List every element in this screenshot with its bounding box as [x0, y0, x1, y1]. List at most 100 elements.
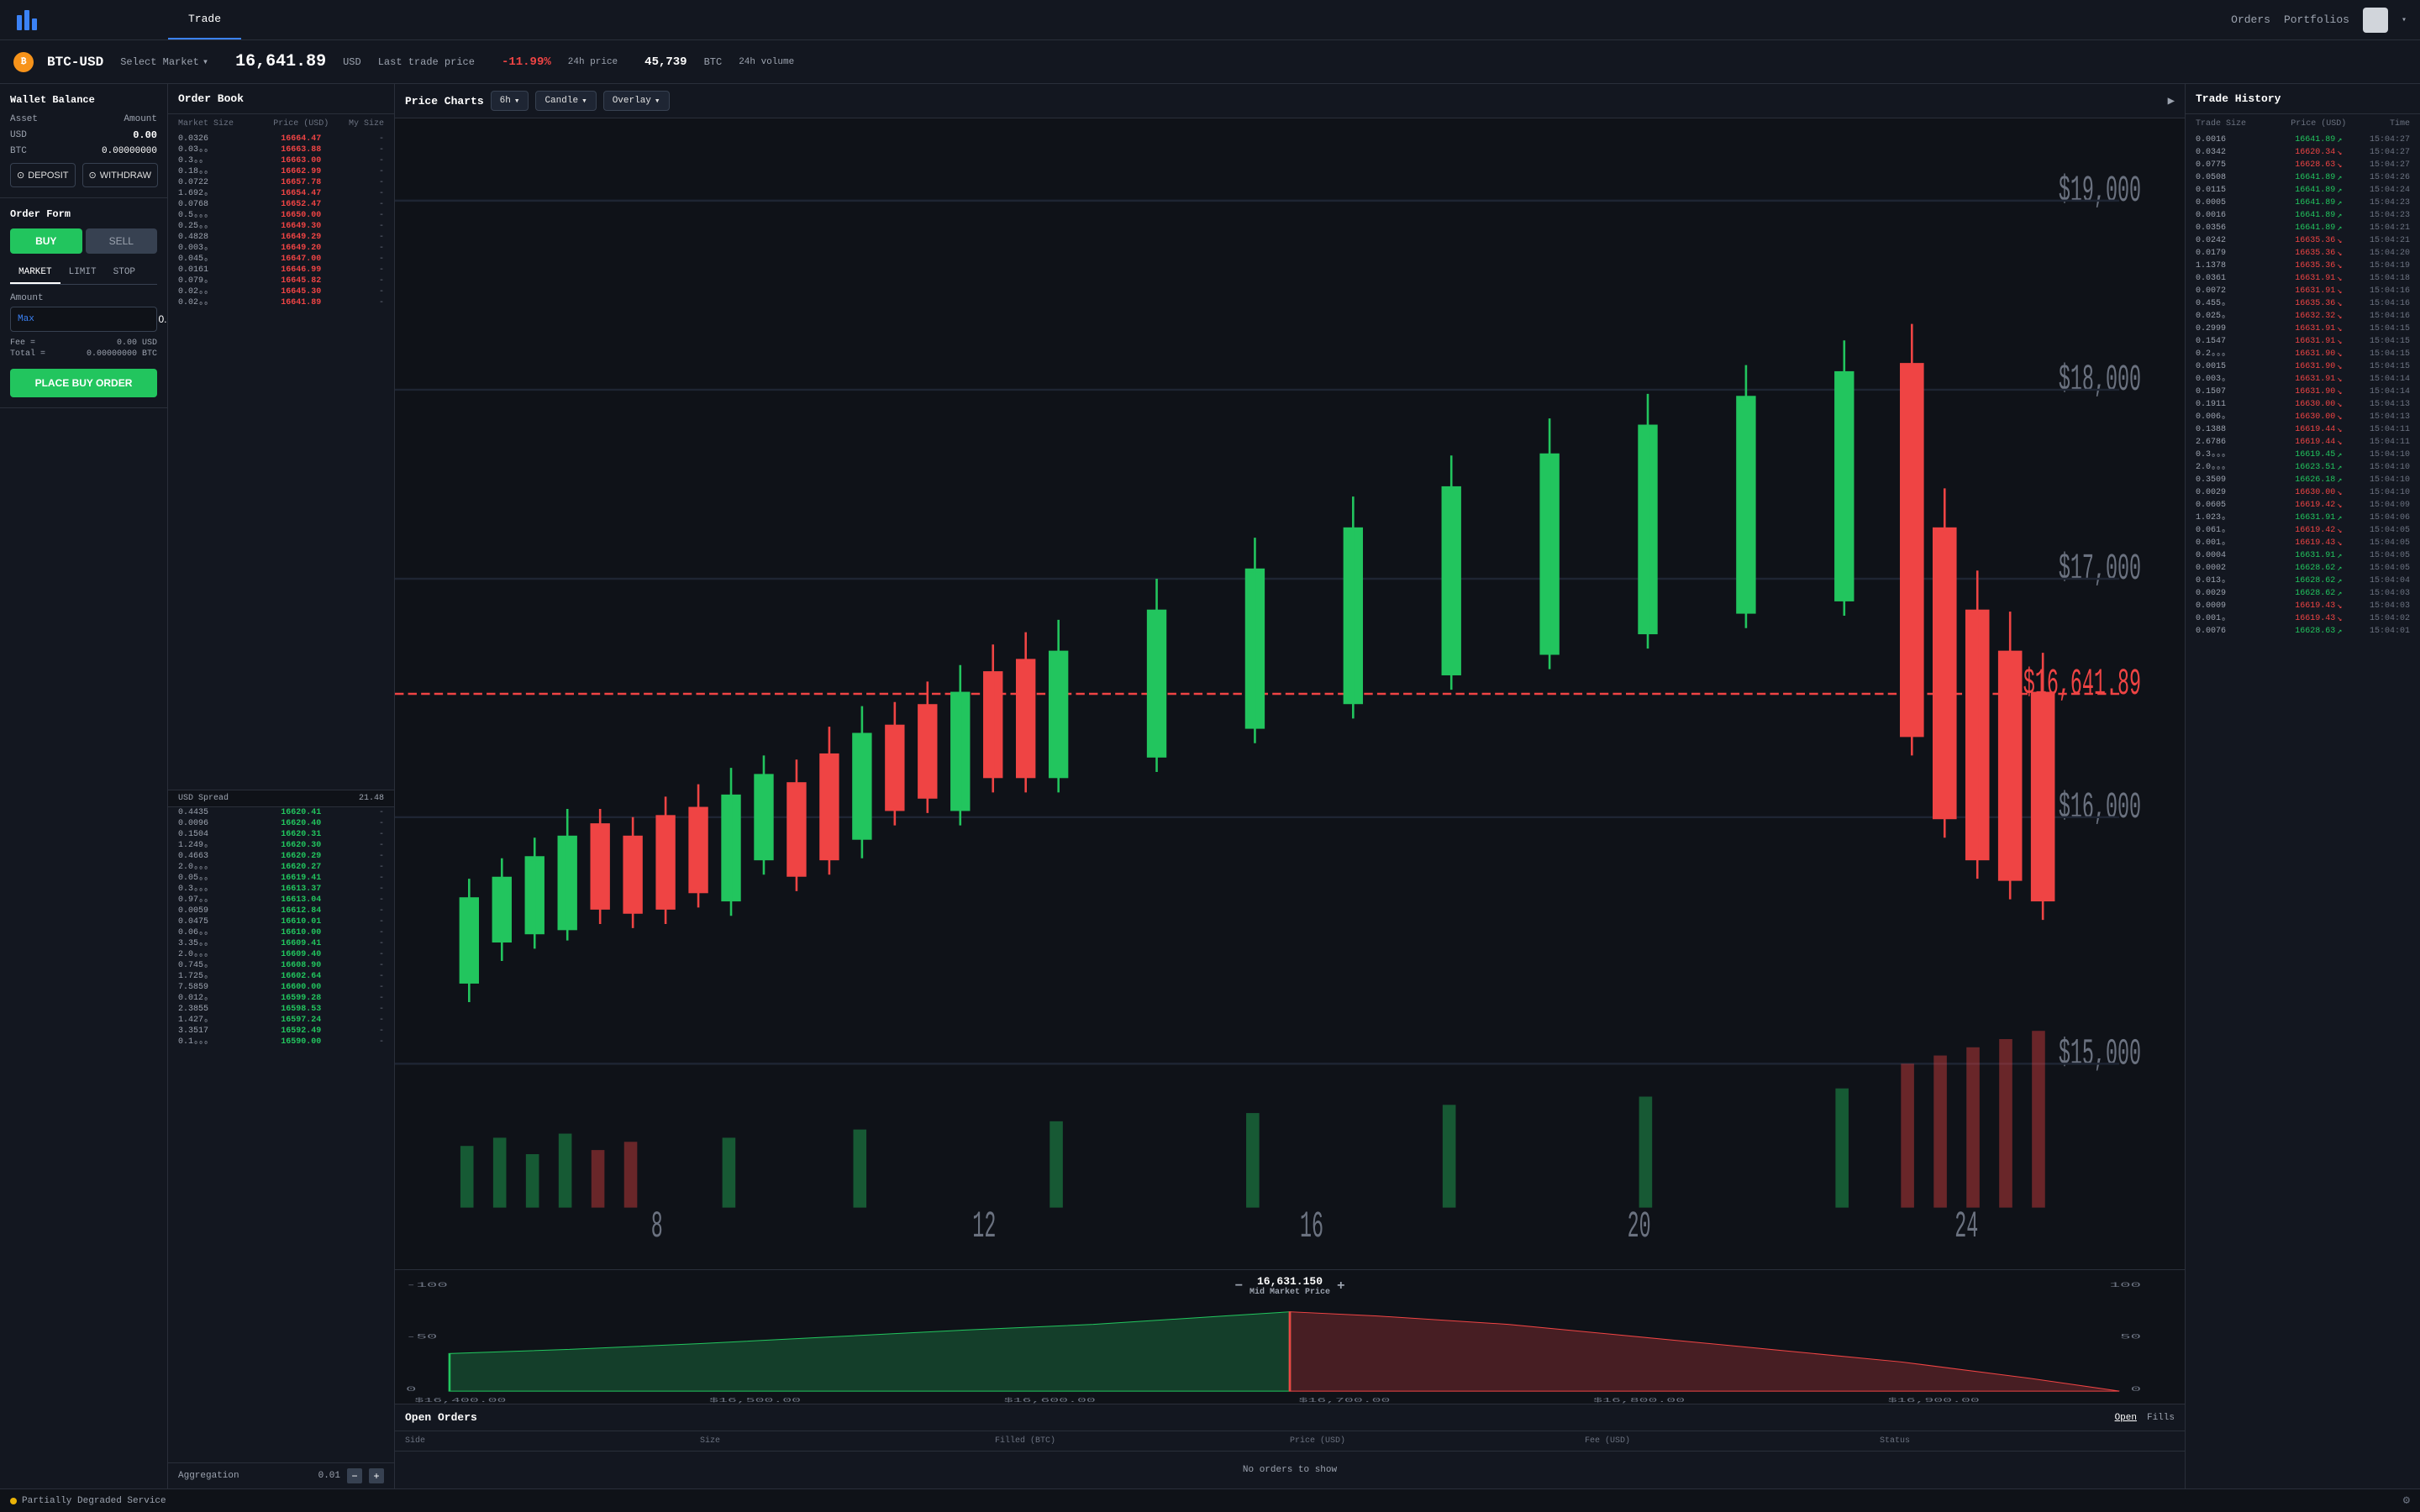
orderbook-ask-row[interactable]: 0.02₀₀ 16641.89 - [168, 297, 394, 308]
trade-direction-icon: ↗ [2337, 513, 2342, 523]
orderbook-bid-row[interactable]: 2.0₀₀₀ 16620.27 - [168, 862, 394, 873]
orderbook-bid-row[interactable]: 0.97₀₀ 16613.04 - [168, 895, 394, 906]
orderbook-bid-row[interactable]: 1.725₀ 16602.64 - [168, 971, 394, 982]
market-price-label: Last trade price [378, 56, 475, 68]
trade-price: 16620.34↘ [2278, 148, 2360, 158]
orderbook-bid-row[interactable]: 0.1504 16620.31 - [168, 829, 394, 840]
ask-size: 0.02₀₀ [178, 298, 260, 307]
depth-plus-icon[interactable]: + [1337, 1278, 1345, 1294]
orderbook-ask-row[interactable]: 0.25₀₀ 16649.30 - [168, 221, 394, 232]
trade-time: 15:04:13 [2360, 412, 2410, 422]
bid-my-size: - [342, 1016, 384, 1025]
orderbook-ask-row[interactable]: 0.4828 16649.29 - [168, 232, 394, 243]
orderbook-bid-row[interactable]: 0.3₀₀₀ 16613.37 - [168, 884, 394, 895]
orderbook-bid-row[interactable]: 2.3855 16598.53 - [168, 1004, 394, 1015]
orderbook-ask-row[interactable]: 0.0161 16646.99 - [168, 265, 394, 276]
trade-time: 15:04:27 [2360, 160, 2410, 170]
orderbook-ask-row[interactable]: 0.0722 16657.78 - [168, 177, 394, 188]
candle-selector[interactable]: Candle ▾ [535, 91, 596, 111]
orderbook-bid-row[interactable]: 3.3517 16592.49 - [168, 1026, 394, 1037]
place-order-button[interactable]: PLACE BUY ORDER [10, 369, 157, 397]
orderbook-bid-row[interactable]: 0.1₀₀₀ 16590.00 - [168, 1037, 394, 1047]
orderbook-ask-row[interactable]: 0.003₀ 16649.20 - [168, 243, 394, 254]
market-tab[interactable]: MARKET [10, 262, 60, 284]
wallet-btc-amount: 0.00000000 [102, 146, 157, 156]
trade-history-row: 0.1507 16631.90↘ 15:04:14 [2186, 386, 2420, 398]
trade-time: 15:04:14 [2360, 375, 2410, 384]
trade-time: 15:04:05 [2360, 564, 2410, 573]
orderbook-ask-row[interactable]: 0.0326 16664.47 - [168, 134, 394, 144]
orderbook-bid-row[interactable]: 2.0₀₀₀ 16609.40 - [168, 949, 394, 960]
orderbook-ask-row[interactable]: 0.02₀₀ 16645.30 - [168, 286, 394, 297]
avatar[interactable] [2363, 8, 2388, 33]
th-col-size-header: Trade Size [2196, 119, 2278, 129]
chevron-down-icon[interactable]: ▾ [2402, 15, 2407, 25]
orderbook-bid-row[interactable]: 0.0475 16610.01 - [168, 916, 394, 927]
trade-direction-icon: ↗ [2337, 173, 2342, 183]
withdraw-button[interactable]: ⊙ WITHDRAW [82, 163, 159, 187]
orderbook-ask-row[interactable]: 0.0768 16652.47 - [168, 199, 394, 210]
orderbook-ask-row[interactable]: 0.079₀ 16645.82 - [168, 276, 394, 286]
orderbook-ask-row[interactable]: 0.03₀₀ 16663.88 - [168, 144, 394, 155]
orderbook-bid-row[interactable]: 0.4663 16620.29 - [168, 851, 394, 862]
trade-price: 16619.44↘ [2278, 438, 2360, 448]
deposit-button[interactable]: ⊙ DEPOSIT [10, 163, 76, 187]
orderbook-bid-row[interactable]: 1.427₀ 16597.24 - [168, 1015, 394, 1026]
overlay-selector[interactable]: Overlay ▾ [603, 91, 670, 111]
nav-tab-trade[interactable]: Trade [168, 0, 241, 39]
trade-price: 16630.00↘ [2278, 412, 2360, 423]
trade-history-row: 0.0115 16641.89↗ 15:04:24 [2186, 184, 2420, 197]
trade-direction-icon: ↗ [2337, 475, 2342, 486]
orderbook-bid-row[interactable]: 7.5859 16600.00 - [168, 982, 394, 993]
orderbook-bid-row[interactable]: 0.0059 16612.84 - [168, 906, 394, 916]
chart-arrow-right[interactable]: ▶ [2168, 94, 2175, 108]
aggregation-decrease-button[interactable]: − [347, 1468, 362, 1483]
market-price: 16,641.89 [235, 52, 326, 71]
trade-price: 16623.51↗ [2278, 463, 2360, 473]
orderbook-bid-row[interactable]: 0.0096 16620.40 - [168, 818, 394, 829]
aggregation-increase-button[interactable]: + [369, 1468, 384, 1483]
limit-tab[interactable]: LIMIT [60, 262, 105, 284]
timeframe-selector[interactable]: 6h ▾ [491, 91, 529, 111]
orderbook-bid-row[interactable]: 0.012₀ 16599.28 - [168, 993, 394, 1004]
trade-price: 16630.00↘ [2278, 488, 2360, 498]
nav-portfolios[interactable]: Portfolios [2284, 13, 2349, 26]
trade-price: 16631.91↘ [2278, 286, 2360, 297]
max-button[interactable]: Max [11, 314, 41, 324]
trade-time: 15:04:27 [2360, 135, 2410, 144]
orderbook-ask-row[interactable]: 0.045₀ 16647.00 - [168, 254, 394, 265]
settings-icon[interactable]: ⚙ [2403, 1494, 2410, 1508]
orderbook-bid-row[interactable]: 0.745₀ 16608.90 - [168, 960, 394, 971]
orderbook-bid-row[interactable]: 1.249₀ 16620.30 - [168, 840, 394, 851]
fee-value: 0.00 USD [117, 339, 157, 348]
nav-orders[interactable]: Orders [2231, 13, 2270, 26]
buy-button[interactable]: BUY [10, 228, 82, 254]
trade-history-row: 1.1378 16635.36↘ 15:04:19 [2186, 260, 2420, 272]
bid-my-size: - [342, 819, 384, 828]
sell-button[interactable]: SELL [86, 228, 158, 254]
bid-size: 0.4435 [178, 808, 260, 817]
stop-tab[interactable]: STOP [105, 262, 144, 284]
bid-price: 16620.40 [260, 819, 343, 828]
select-market-button[interactable]: Select Market ▾ [120, 55, 208, 68]
amount-input[interactable] [41, 307, 168, 331]
orderbook-bid-row[interactable]: 0.05₀₀ 16619.41 - [168, 873, 394, 884]
orderbook-panel: Order Book Market Size Price (USD) My Si… [168, 84, 395, 1488]
orderbook-ask-row[interactable]: 0.3₀₀ 16663.00 - [168, 155, 394, 166]
oo-col-size: Size [700, 1436, 995, 1446]
open-orders-open-tab[interactable]: Open [2115, 1413, 2137, 1423]
orderbook-bid-row[interactable]: 0.06₀₀ 16610.00 - [168, 927, 394, 938]
orderbook-bid-row[interactable]: 0.4435 16620.41 - [168, 807, 394, 818]
svg-text:$17,000: $17,000 [2059, 549, 2141, 591]
trade-size: 0.0775 [2196, 160, 2278, 170]
orderbook-ask-row[interactable]: 0.18₀₀ 16662.99 - [168, 166, 394, 177]
orderbook-bid-row[interactable]: 3.35₀₀ 16609.41 - [168, 938, 394, 949]
ask-size: 0.0161 [178, 265, 260, 275]
open-orders-fills-tab[interactable]: Fills [2147, 1413, 2175, 1423]
trade-direction-icon: ↘ [2337, 286, 2342, 297]
depth-minus-icon[interactable]: − [1234, 1278, 1243, 1294]
orderbook-ask-row[interactable]: 0.5₀₀₀ 16650.00 - [168, 210, 394, 221]
bid-my-size: - [342, 961, 384, 970]
trade-price: 16628.63↘ [2278, 160, 2360, 171]
orderbook-ask-row[interactable]: 1.692₀ 16654.47 - [168, 188, 394, 199]
